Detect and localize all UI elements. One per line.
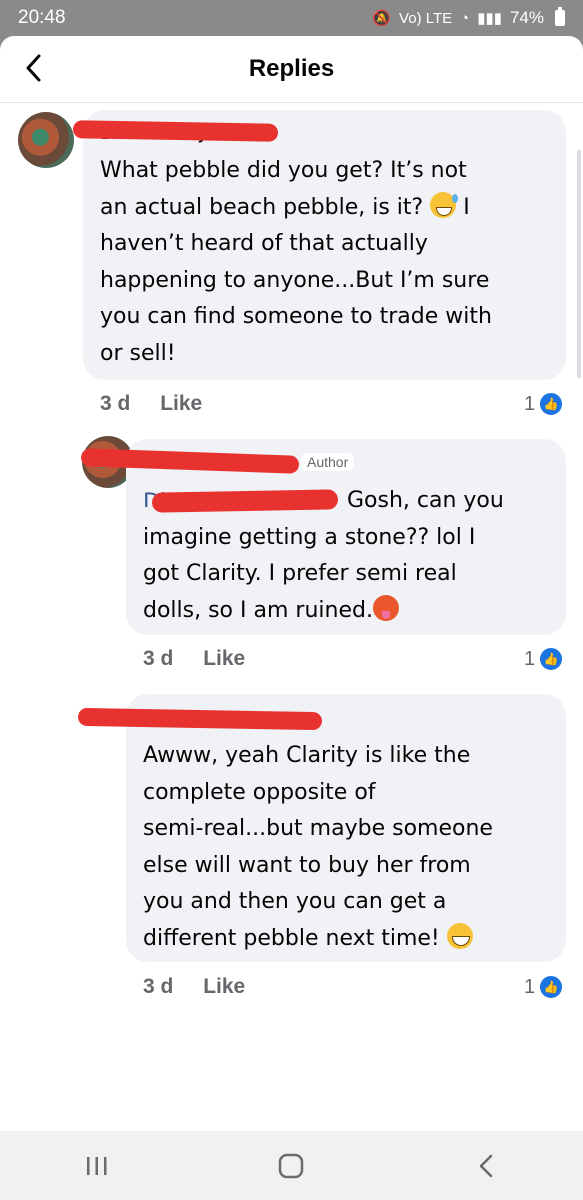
reaction-count: 1	[524, 975, 536, 998]
comment-text-part: Awww, yeah Clarity is like the complete …	[143, 743, 493, 951]
thumbs-up-icon: 👍	[538, 974, 565, 1000]
comment-bubble[interactable]: Maria Dlh Author Diana Dollfaiy Gosh, ca…	[80, 439, 566, 635]
hot-face-emoji	[372, 594, 399, 621]
chevron-left-icon	[26, 54, 41, 82]
like-button[interactable]: Like	[203, 975, 245, 998]
comment-bubble[interactable]: Diana Dollfaiy What pebble did you get? …	[72, 110, 566, 380]
reaction-summary[interactable]: 1 👍	[524, 391, 565, 417]
reaction-summary[interactable]: 1 👍	[524, 974, 565, 1000]
thumbs-up-icon: 👍	[538, 391, 565, 417]
signal-icon: ▮▮▮	[477, 10, 502, 27]
status-time: 20:48	[18, 7, 66, 28]
author-redaction	[77, 707, 323, 731]
comment-meta: 3 d Like	[143, 975, 245, 999]
thumbs-up-icon: 👍	[538, 646, 565, 672]
author-redaction	[72, 120, 279, 142]
wifi-icon: ◔	[460, 9, 470, 27]
back-icon	[479, 1154, 493, 1177]
recents-button[interactable]	[57, 1136, 137, 1196]
grinning-emoji	[446, 922, 473, 949]
comment-text-part: I haven’t heard of that actually happeni…	[100, 194, 492, 366]
battery-icon	[555, 7, 565, 26]
system-nav-bar	[0, 1131, 583, 1200]
avatar[interactable]	[18, 112, 74, 168]
mute-icon: 🔕	[372, 10, 392, 27]
scrollbar[interactable]	[577, 150, 581, 378]
reaction-count: 1	[524, 647, 536, 670]
like-button[interactable]: Like	[203, 647, 245, 670]
battery-percent: 74%	[509, 8, 544, 27]
comment-time[interactable]: 3 d	[100, 392, 130, 415]
home-icon	[279, 1153, 304, 1178]
replies-sheet: Replies Diana Dollfaiy What pebble did y…	[0, 36, 583, 1131]
home-button[interactable]	[251, 1136, 331, 1196]
comment-meta: 3 d Like	[100, 392, 202, 416]
grinning-sweat-emoji	[430, 191, 459, 218]
comment-time[interactable]: 3 d	[143, 647, 173, 670]
page-title: Replies	[248, 55, 335, 82]
status-icons: 🔕 Vo) LTE ◔ ▮▮▮ 74%	[372, 7, 565, 28]
comment-meta: 3 d Like	[143, 647, 245, 671]
header: Replies	[0, 36, 583, 103]
comment-text: Awww, yeah Clarity is like the complete …	[143, 738, 563, 957]
author-badge: Author	[301, 453, 355, 471]
reaction-count: 1	[524, 392, 536, 415]
like-button[interactable]: Like	[160, 392, 202, 415]
reaction-summary[interactable]: 1 👍	[524, 646, 565, 672]
comment-time[interactable]: 3 d	[143, 975, 173, 998]
mention-redaction	[151, 489, 339, 513]
comment-text-part: What pebble did you get? It’s not an act…	[100, 158, 467, 220]
comment-bubble[interactable]: D Awww, yeah Clarity is like the complet…	[77, 694, 566, 962]
recents-icon	[87, 1156, 107, 1175]
system-back-button[interactable]	[446, 1136, 526, 1196]
status-bar: 20:48 🔕 Vo) LTE ◔ ▮▮▮ 74%	[0, 0, 583, 36]
back-button[interactable]	[16, 50, 52, 86]
network-label: Vo) LTE	[399, 9, 453, 27]
comment-text: What pebble did you get? It’s not an act…	[100, 153, 560, 372]
